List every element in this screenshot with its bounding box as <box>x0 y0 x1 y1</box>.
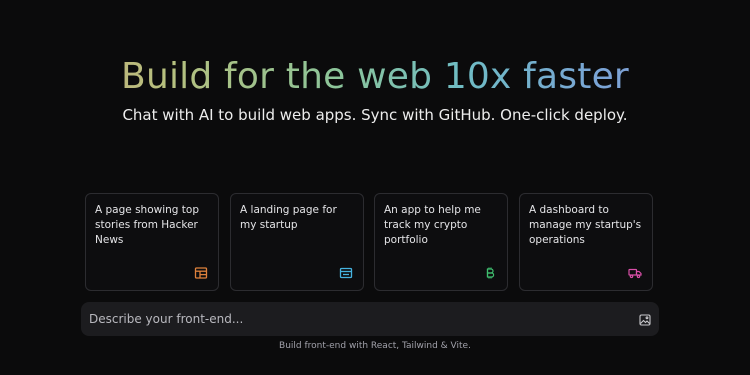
suggestion-card-text: A dashboard to manage my startup's opera… <box>529 204 642 246</box>
layout-icon <box>194 266 208 280</box>
bitcoin-icon <box>483 266 497 280</box>
footer-note: Build front-end with React, Tailwind & V… <box>279 341 471 351</box>
browser-window-icon <box>339 266 353 280</box>
suggestion-cards: A page showing top stories from Hacker N… <box>85 193 655 293</box>
suggestion-card-landing-page[interactable]: A landing page for my startup <box>230 193 364 291</box>
hero-subtitle: Chat with AI to build web apps. Sync wit… <box>122 106 628 124</box>
truck-icon <box>628 266 642 280</box>
suggestion-card-hacker-news[interactable]: A page showing top stories from Hacker N… <box>85 193 219 291</box>
hero-title: Build for the web 10x faster <box>0 55 750 99</box>
suggestion-card-crypto[interactable]: An app to help me track my crypto portfo… <box>374 193 508 291</box>
suggestion-card-text: A page showing top stories from Hacker N… <box>95 204 200 246</box>
suggestion-card-text: An app to help me track my crypto portfo… <box>384 204 481 246</box>
image-attach-icon[interactable] <box>639 313 651 326</box>
suggestion-card-dashboard[interactable]: A dashboard to manage my startup's opera… <box>519 193 653 291</box>
suggestion-card-text: A landing page for my startup <box>240 204 337 231</box>
prompt-bar <box>81 302 659 336</box>
prompt-input[interactable] <box>89 302 629 336</box>
